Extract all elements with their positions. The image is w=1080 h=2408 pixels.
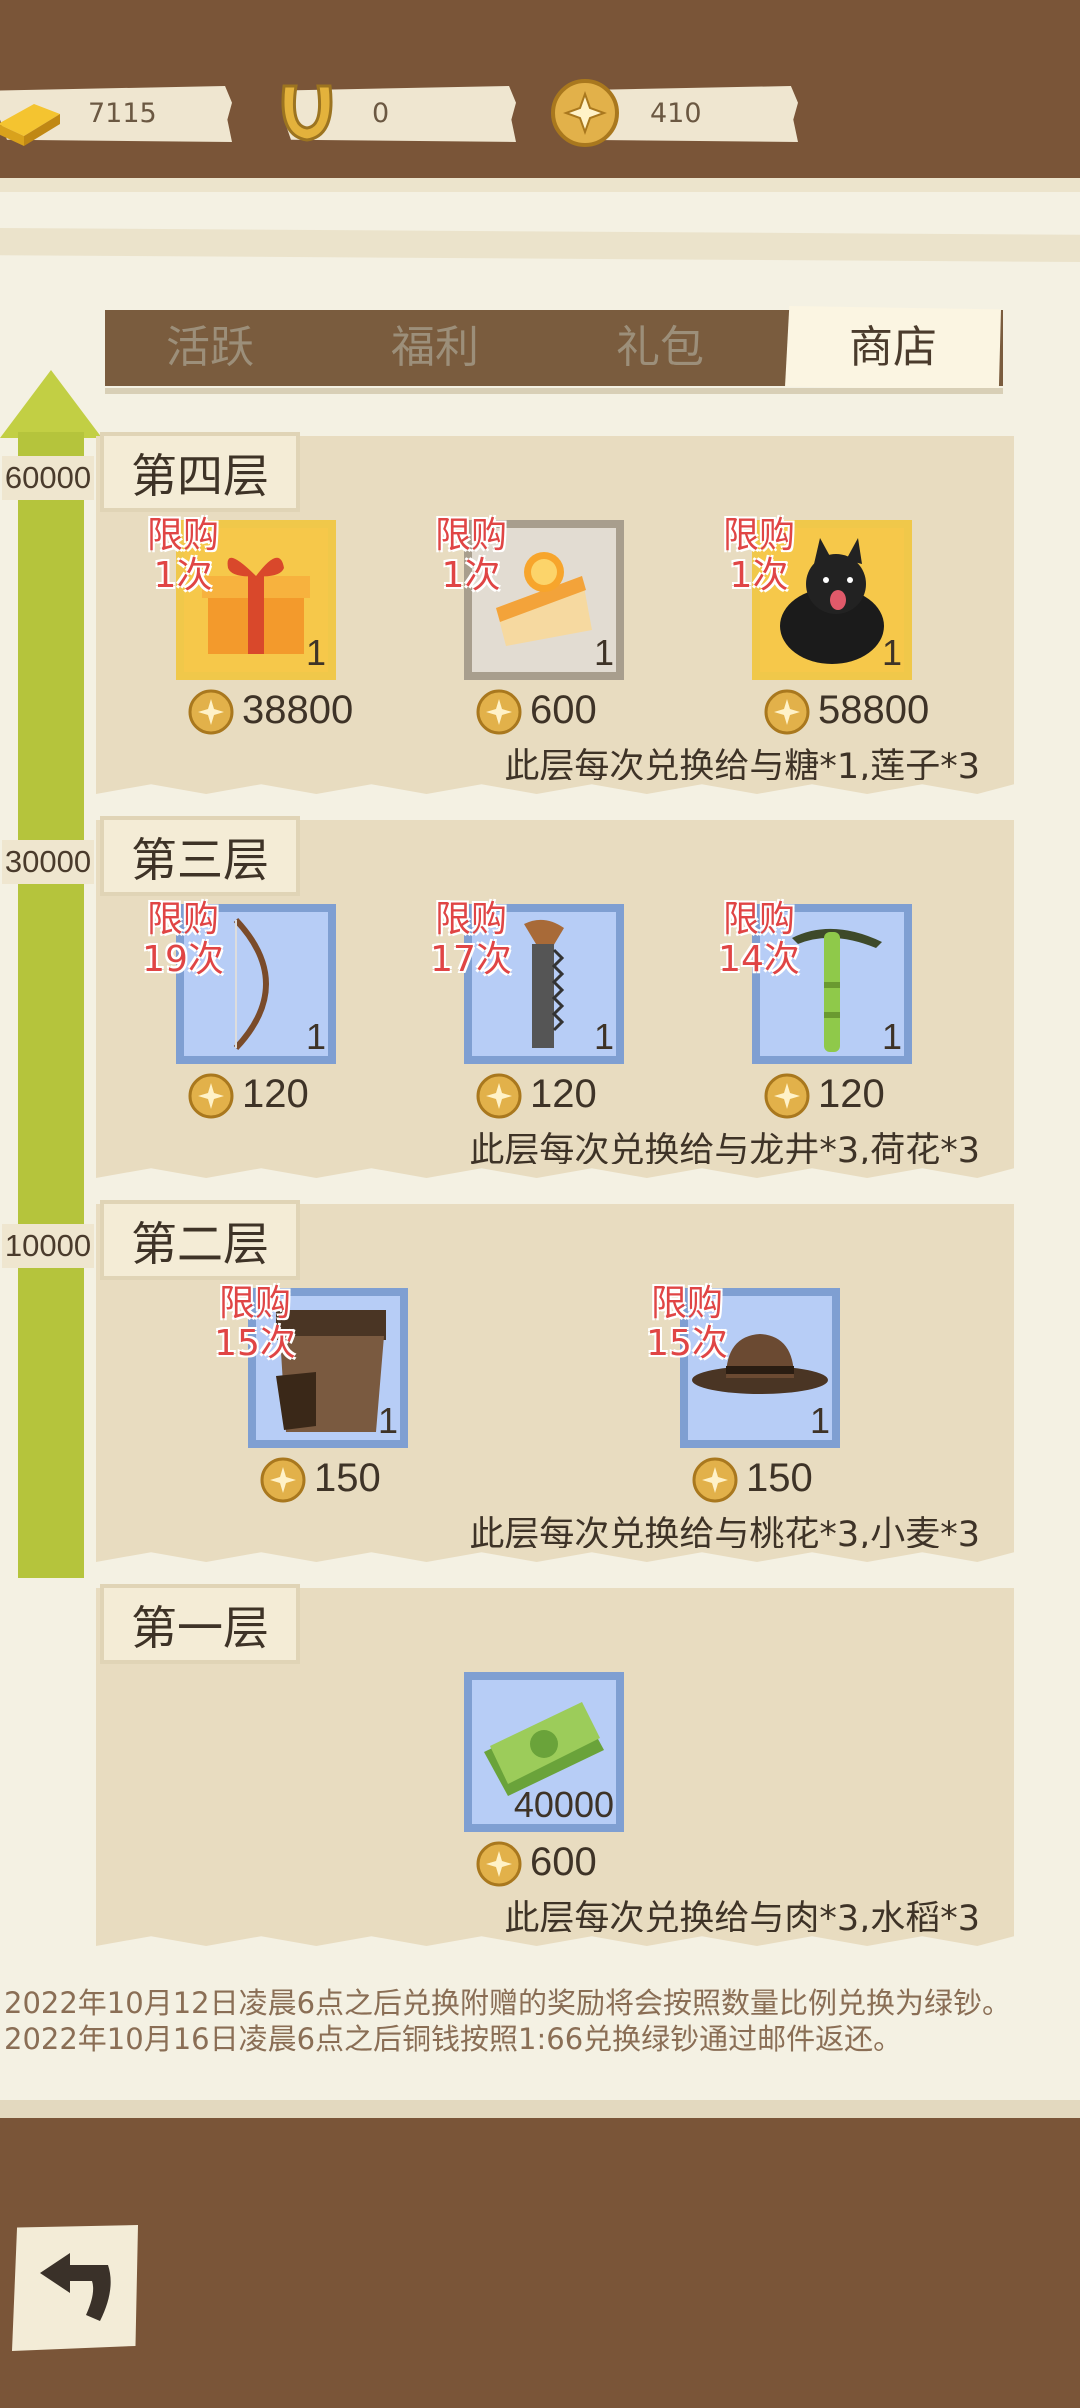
floor-panel-3: 第三层 1 限购 19次 120 1 限购 17次 120 1 限购 14次 1… — [96, 816, 1014, 1171]
item-price: 120 — [188, 1068, 309, 1120]
shop-item[interactable]: 40000 — [464, 1672, 624, 1832]
progress-marker-60000: 60000 — [2, 456, 94, 500]
floor-title: 第二层 — [100, 1200, 300, 1280]
coin-value: 410 — [650, 98, 702, 129]
item-quantity: 1 — [809, 1400, 830, 1441]
copper-coin-icon — [764, 1073, 810, 1119]
item-price: 150 — [692, 1452, 813, 1504]
floor-title: 第一层 — [100, 1584, 300, 1664]
gold-bar-icon — [0, 104, 60, 146]
tab-bar: 活跃 福利 礼包 商店 — [105, 306, 1003, 394]
floor-title: 第三层 — [100, 816, 300, 896]
purchase-limit: 限购 14次 — [718, 899, 800, 980]
copper-coin-icon — [188, 1073, 234, 1119]
shop-item[interactable]: 1 限购 1次 — [723, 516, 912, 680]
currency-bar: 7115 0 410 — [0, 0, 1080, 180]
floor-bonus-note: 此层每次兑换给与龙井*3,荷花*3 — [469, 1131, 980, 1171]
floor-bonus-note: 此层每次兑换给与桃花*3,小麦*3 — [469, 1515, 980, 1555]
shop-item[interactable]: 1 限购 19次 — [142, 900, 336, 1064]
floor-panel-2: 第二层 1 限购 15次 150 1 限购 15次 150 此层每次兑换给与桃花*3… — [96, 1200, 1014, 1555]
item-quantity: 1 — [377, 1400, 398, 1441]
floor-panel-4: 第四层 1 限购 1次 38800 1 限购 1次 600 1 限购 1次 58… — [96, 432, 1014, 787]
footnote-line-2: 2022年10月16日凌晨6点之后铜钱按照1:66兑换绿钞通过邮件返还。 — [4, 2022, 903, 2056]
shop-item[interactable]: 1 限购 15次 — [646, 1284, 840, 1448]
tab-shop[interactable]: 商店 — [785, 306, 1001, 390]
item-price: 150 — [260, 1452, 381, 1504]
floor-panel-1: 第一层 40000 600 此层每次兑换给与肉*3,水稻*3 — [96, 1584, 1014, 1939]
floor-bonus-note: 此层每次兑换给与肉*3,水稻*3 — [504, 1899, 980, 1939]
purchase-limit: 限购 15次 — [646, 1283, 728, 1364]
purchase-limit: 限购 1次 — [434, 515, 507, 596]
progress-marker-10000: 10000 — [2, 1224, 94, 1268]
tab-activity[interactable]: 活跃 — [105, 310, 315, 386]
item-quantity: 1 — [881, 1016, 902, 1057]
item-price: 120 — [476, 1068, 597, 1120]
gold-value: 7115 — [88, 98, 157, 129]
horseshoe-icon — [281, 84, 333, 142]
purchase-limit: 限购 15次 — [214, 1283, 296, 1364]
progress-marker-30000: 30000 — [2, 840, 94, 884]
purchase-limit: 限购 1次 — [722, 515, 795, 596]
return-arrow-icon — [40, 2253, 111, 2321]
back-button[interactable] — [12, 2225, 138, 2351]
copper-coin-icon — [188, 689, 234, 735]
purchase-limit: 限购 17次 — [430, 899, 512, 980]
item-price: 58800 — [764, 684, 929, 736]
item-quantity: 1 — [881, 632, 902, 673]
shop-item[interactable]: 1 限购 1次 — [147, 516, 336, 680]
copper-coin-icon — [551, 79, 619, 147]
item-quantity: 1 — [593, 632, 614, 673]
copper-coin-icon — [692, 1457, 738, 1503]
floor-title: 第四层 — [100, 432, 300, 512]
horseshoe-value: 0 — [372, 98, 390, 129]
copper-coin-icon — [476, 1841, 522, 1887]
tab-welfare[interactable]: 福利 — [330, 310, 540, 386]
item-quantity: 1 — [305, 632, 326, 673]
item-price: 600 — [476, 1836, 597, 1888]
item-quantity: 1 — [593, 1016, 614, 1057]
shop-item[interactable]: 1 限购 17次 — [430, 900, 624, 1064]
item-price: 38800 — [188, 684, 353, 736]
copper-coin-icon — [260, 1457, 306, 1503]
shop-item[interactable]: 1 限购 14次 — [718, 900, 912, 1064]
item-quantity: 40000 — [513, 1784, 614, 1825]
copper-coin-icon — [476, 1073, 522, 1119]
floor-bonus-note: 此层每次兑换给与糖*1,莲子*3 — [504, 747, 980, 787]
item-price: 600 — [476, 684, 597, 736]
copper-coin-icon — [764, 689, 810, 735]
purchase-limit: 限购 1次 — [146, 515, 219, 596]
shop-item[interactable]: 1 限购 15次 — [214, 1284, 408, 1448]
shop-item[interactable]: 1 限购 1次 — [435, 516, 624, 680]
tab-giftpack[interactable]: 礼包 — [555, 310, 765, 386]
item-price: 120 — [764, 1068, 885, 1120]
copper-coin-icon — [476, 689, 522, 735]
progress-bar — [18, 432, 84, 1578]
purchase-limit: 限购 19次 — [142, 899, 224, 980]
item-quantity: 1 — [305, 1016, 326, 1057]
